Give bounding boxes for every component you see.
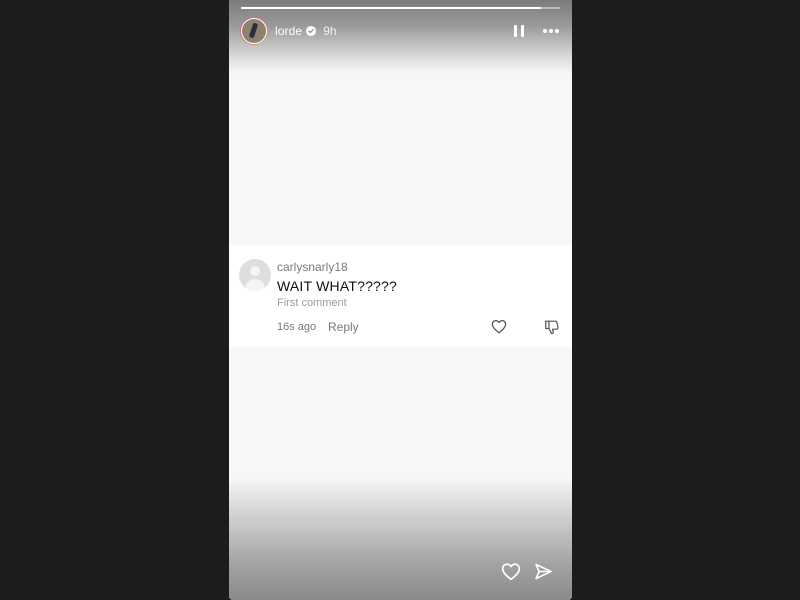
story-progress-fill — [241, 7, 541, 9]
story-username[interactable]: lorde — [275, 24, 302, 38]
story-controls — [511, 23, 562, 39]
profile-photo — [241, 18, 267, 44]
comment-card: carlysnarly18 WAIT WHAT????? First comme… — [229, 245, 572, 347]
comment-text: WAIT WHAT????? — [277, 278, 398, 294]
reply-button[interactable]: Reply — [328, 320, 359, 334]
comment-heart-outline-icon[interactable] — [491, 319, 507, 334]
paper-plane-icon[interactable] — [534, 562, 553, 581]
comment-avatar[interactable] — [239, 259, 271, 291]
story-header: lorde 9h — [240, 16, 562, 46]
comment-thumbs-down-icon[interactable] — [544, 319, 559, 335]
profile-avatar[interactable] — [240, 17, 268, 45]
story-viewer[interactable]: lorde 9h carlysnarly18 WAIT WHAT????? Fi… — [229, 0, 572, 600]
comment-time: 16s ago — [277, 321, 317, 333]
comment-label: First comment — [277, 297, 347, 309]
story-timestamp: 9h — [323, 24, 337, 38]
story-heart-outline-icon[interactable] — [501, 562, 521, 581]
comment-username[interactable]: carlysnarly18 — [277, 260, 348, 274]
verified-badge-icon — [306, 26, 317, 36]
more-options-icon[interactable] — [541, 23, 561, 39]
avatar-head-shape — [250, 266, 260, 276]
bottom-gradient — [229, 478, 572, 600]
story-progress-track — [241, 7, 560, 9]
screen: lorde 9h carlysnarly18 WAIT WHAT????? Fi… — [0, 0, 800, 600]
avatar-body-shape — [245, 279, 265, 291]
pause-icon[interactable] — [511, 23, 527, 39]
